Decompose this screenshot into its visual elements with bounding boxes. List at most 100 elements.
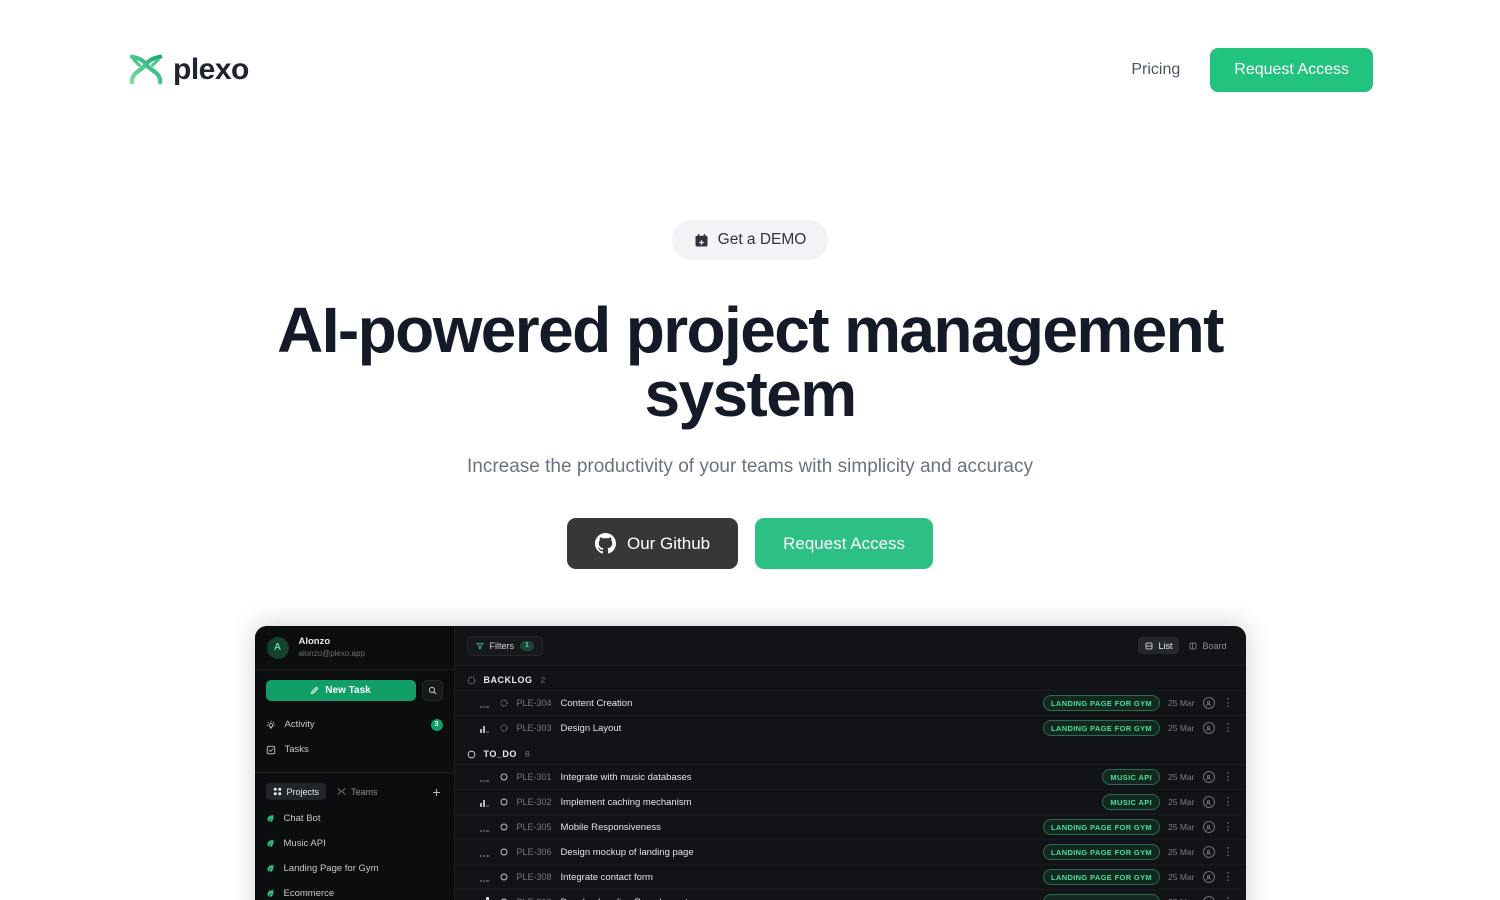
status-badge: MUSIC API: [1102, 769, 1161, 785]
list-item[interactable]: Chat Bot: [255, 806, 454, 831]
site-header: plexo Pricing Request Access: [0, 0, 1500, 140]
project-label: Chat Bot: [283, 813, 321, 824]
table-row[interactable]: PLE-304 Content Creation LANDING PAGE FO…: [454, 690, 1246, 715]
sidebar-tabs: Projects Teams +: [255, 773, 454, 806]
pencil-edit-icon: [311, 686, 319, 695]
task-id: PLE-301: [516, 772, 552, 782]
filters-count-badge: 1: [520, 640, 534, 651]
circle-icon: [500, 848, 507, 856]
list-item[interactable]: Ecommerce: [255, 881, 454, 900]
task-date: 25 Mar: [1168, 772, 1195, 782]
circle-icon: [500, 773, 507, 781]
view-option-board[interactable]: Board: [1182, 637, 1233, 654]
group-header-backlog: BACKLOG 2: [455, 666, 1246, 690]
circle-icon: [500, 823, 507, 831]
priority-medium-icon: [479, 724, 491, 733]
more-vertical-icon[interactable]: ⋮: [1223, 771, 1234, 783]
our-github-button[interactable]: Our Github: [566, 518, 739, 569]
tab-projects[interactable]: Projects: [265, 783, 327, 800]
more-vertical-icon[interactable]: ⋮: [1223, 722, 1234, 734]
group-header-todo: TO_DO 8: [455, 740, 1246, 764]
table-row[interactable]: PLE-305 Mobile Responsiveness LANDING PA…: [454, 814, 1246, 839]
task-date: 25 Mar: [1168, 723, 1195, 733]
table-row[interactable]: PLE-306 Design mockup of landing page LA…: [454, 839, 1246, 864]
calendar-plus-icon: [695, 233, 708, 246]
priority-none-icon: [479, 848, 491, 857]
brand-logo[interactable]: plexo: [127, 53, 249, 87]
leaf-project-icon: [266, 890, 274, 897]
user-circle-icon[interactable]: [1202, 771, 1215, 783]
task-meta: LANDING PAGE FOR GYM 25 Mar ⋮: [1043, 869, 1234, 885]
list-item[interactable]: Landing Page for Gym: [255, 856, 454, 881]
view-toggle: List Board: [1138, 637, 1233, 654]
task-id: PLE-308: [516, 872, 552, 882]
sidebar-item-tasks[interactable]: Tasks: [266, 737, 443, 762]
dashed-circle-icon: [500, 699, 507, 707]
more-vertical-icon[interactable]: ⋮: [1223, 896, 1234, 900]
leaf-project-icon: [266, 815, 274, 822]
status-badge: LANDING PAGE FOR GYM: [1043, 819, 1161, 835]
sidebar-user-profile[interactable]: A Alonzo alonzo@plexo.app: [254, 626, 454, 670]
group-title: BACKLOG: [483, 675, 533, 685]
tab-label: Projects: [286, 786, 320, 797]
header-request-access-button[interactable]: Request Access: [1210, 48, 1373, 92]
sidebar-item-activity[interactable]: Activity 3: [266, 712, 443, 737]
task-meta: LANDING PAGE FOR GYM 25 Mar ⋮: [1043, 695, 1234, 711]
priority-none-icon: [479, 699, 491, 708]
circle-icon: [467, 750, 475, 758]
task-date: 25 Mar: [1168, 847, 1195, 857]
tab-teams[interactable]: Teams: [330, 783, 385, 800]
task-title: Develop Landing Page Layout: [561, 897, 688, 900]
user-circle-icon[interactable]: [1202, 871, 1215, 883]
more-vertical-icon[interactable]: ⋮: [1223, 846, 1234, 858]
user-circle-icon[interactable]: [1202, 722, 1215, 734]
task-date: 25 Mar: [1168, 872, 1195, 882]
user-name: Alonzo: [298, 635, 331, 647]
more-vertical-icon[interactable]: ⋮: [1223, 821, 1234, 833]
priority-none-icon: [479, 823, 491, 832]
grid-projects-icon: [273, 787, 281, 796]
leaf-project-icon: [266, 840, 274, 847]
table-row[interactable]: PLE-302 Implement caching mechanism MUSI…: [454, 789, 1246, 814]
project-label: Music API: [283, 838, 326, 849]
priority-none-icon: [479, 873, 491, 882]
search-icon: [428, 686, 436, 695]
our-github-label: Our Github: [626, 533, 711, 553]
task-title: Design Layout: [560, 722, 622, 734]
priority-none-icon: [479, 773, 491, 782]
new-task-button[interactable]: New Task: [265, 680, 416, 701]
list-item[interactable]: Music API: [255, 831, 454, 856]
table-row[interactable]: PLE-310 Develop Landing Page Layout LAND…: [454, 889, 1246, 900]
user-circle-icon[interactable]: [1202, 846, 1215, 858]
add-project-button[interactable]: +: [432, 785, 442, 799]
task-meta: LANDING PAGE FOR GYM 25 Mar ⋮: [1043, 720, 1234, 736]
brand-name: plexo: [173, 53, 249, 86]
get-demo-button[interactable]: Get a DEMO: [671, 220, 829, 260]
filters-button[interactable]: Filters 1: [466, 635, 543, 656]
priority-medium-icon: [479, 798, 491, 807]
user-circle-icon[interactable]: [1202, 896, 1215, 900]
group-title: TO_DO: [483, 749, 517, 759]
view-option-list[interactable]: List: [1138, 637, 1180, 654]
table-row[interactable]: PLE-303 Design Layout LANDING PAGE FOR G…: [454, 715, 1246, 740]
task-date: 25 Mar: [1168, 822, 1195, 832]
task-title: Design mockup of landing page: [560, 846, 694, 858]
view-label: Board: [1202, 640, 1227, 651]
hero-request-access-button[interactable]: Request Access: [755, 518, 934, 569]
user-circle-icon[interactable]: [1202, 821, 1215, 833]
search-input[interactable]: [421, 680, 443, 701]
task-meta: LANDING PAGE FOR GYM 25 Mar ⋮: [1043, 819, 1234, 835]
user-circle-icon[interactable]: [1202, 697, 1215, 709]
app-preview: A Alonzo alonzo@plexo.app New Task Activ…: [254, 626, 1246, 900]
table-row[interactable]: PLE-301 Integrate with music databases M…: [454, 764, 1246, 789]
more-vertical-icon[interactable]: ⋮: [1223, 796, 1234, 808]
github-icon: [594, 533, 616, 554]
more-vertical-icon[interactable]: ⋮: [1223, 697, 1234, 709]
table-row[interactable]: PLE-308 Integrate contact form LANDING P…: [454, 864, 1246, 889]
nav-pricing-link[interactable]: Pricing: [1131, 61, 1180, 79]
task-meta: MUSIC API 25 Mar ⋮: [1102, 769, 1234, 785]
user-circle-icon[interactable]: [1202, 796, 1215, 808]
more-vertical-icon[interactable]: ⋮: [1223, 871, 1234, 883]
sidebar-nav: Activity 3 Tasks: [255, 708, 454, 770]
task-id: PLE-306: [516, 847, 552, 857]
